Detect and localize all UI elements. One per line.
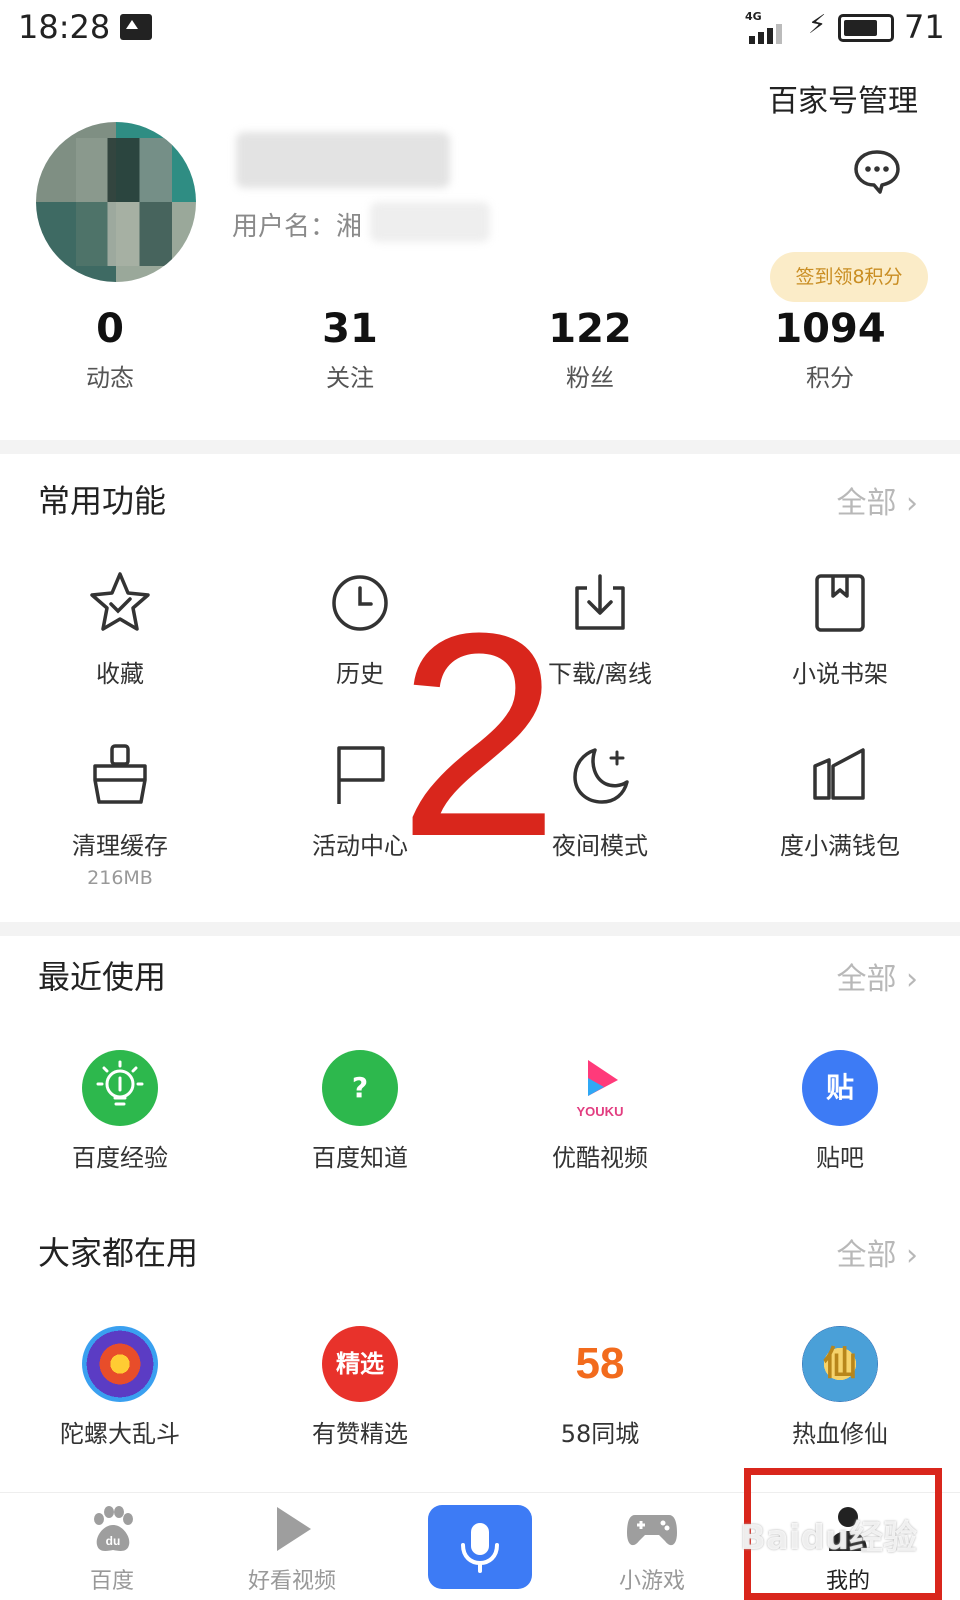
mic-icon (461, 1523, 499, 1573)
stat-label: 动态 (86, 364, 134, 392)
youku-logo-text: YOUKU (577, 1104, 624, 1119)
download-icon (575, 574, 625, 630)
broom-icon (93, 744, 147, 804)
profile-header: 百家号管理 用户名：湘 签到领8积分 0 动态 31 关注 122 粉丝 109… (0, 56, 960, 440)
youzan-logo-text: 精选 (336, 1350, 384, 1378)
stat-value: 31 (322, 306, 378, 352)
popular-item-xiuxian[interactable]: 仙 热血修仙 (720, 1326, 960, 1449)
tieba-icon: 贴 (802, 1050, 878, 1126)
popular-item-top-game[interactable]: 陀螺大乱斗 (0, 1326, 240, 1449)
grid-item-label: 58同城 (560, 1420, 640, 1448)
grid-item-favorites[interactable]: 收藏 (0, 568, 240, 689)
grid-item-label: 清理缓存 (72, 832, 168, 860)
58-logo-text: 58 (575, 1339, 625, 1388)
stat-label: 积分 (806, 364, 854, 392)
username-redacted (370, 202, 490, 242)
xiuxian-icon: 仙 (802, 1326, 878, 1402)
section-divider (0, 922, 960, 936)
recent-item-youku[interactable]: YOUKU 优酷视频 (480, 1050, 720, 1173)
stat-label: 关注 (326, 364, 374, 392)
watermark: Baidu经验 (740, 1518, 918, 1558)
grid-item-label: 热血修仙 (792, 1420, 888, 1448)
wallet-icon (813, 748, 865, 800)
tab-baidu[interactable]: du 百度 (16, 1493, 208, 1600)
section-divider (0, 440, 960, 454)
message-icon[interactable] (852, 148, 902, 194)
status-time: 18:28 (18, 8, 111, 46)
recent-item-tieba[interactable]: 贴 贴吧 (720, 1050, 960, 1173)
common-all-link[interactable]: 全部 › (836, 478, 918, 522)
image-notification-icon (120, 14, 152, 40)
username-label: 用户名：湘 (232, 212, 363, 242)
stats-row: 0 动态 31 关注 122 粉丝 1094 积分 (0, 306, 960, 416)
tab-label: 百度 (89, 1569, 134, 1594)
stat-fans[interactable]: 122 粉丝 (490, 306, 690, 393)
star-icon (90, 572, 150, 631)
tab-label: 好看视频 (247, 1569, 336, 1594)
cache-size: 216MB (87, 867, 153, 889)
signal-icon (745, 22, 787, 44)
status-bar: 18:28 4G ⚡ 71 (0, 0, 960, 56)
recent-item-baidu-zhidao[interactable]: ? 百度知道 (240, 1050, 480, 1173)
xiuxian-logo-text: 仙 (823, 1344, 857, 1384)
checkin-badge[interactable]: 签到领8积分 (770, 252, 928, 302)
bulb-icon (82, 1050, 158, 1126)
stat-posts[interactable]: 0 动态 (10, 306, 210, 393)
top-game-icon (82, 1326, 158, 1402)
question-icon: ? (322, 1050, 398, 1126)
grid-item-label: 陀螺大乱斗 (60, 1420, 180, 1448)
tab-haokan-video[interactable]: 好看视频 (196, 1493, 388, 1600)
charging-icon: ⚡ (808, 10, 827, 40)
tieba-logo-text: 贴 (825, 1071, 854, 1104)
battery-level: 71 (904, 8, 945, 46)
grid-item-label: 收藏 (96, 660, 144, 688)
book-icon (815, 574, 865, 632)
avatar[interactable] (36, 122, 196, 282)
recent-item-baidu-jingyan[interactable]: 百度经验 (0, 1050, 240, 1173)
stat-value: 1094 (774, 306, 886, 352)
flag-icon (337, 746, 385, 804)
clock-icon (332, 575, 388, 631)
grid-item-label: 有赞精选 (312, 1420, 408, 1448)
popular-all-link[interactable]: 全部 › (836, 1230, 918, 1274)
grid-item-label: 贴吧 (816, 1144, 864, 1172)
stat-points[interactable]: 1094 积分 (730, 306, 930, 393)
popular-title: 大家都在用 (38, 1234, 199, 1272)
grid-item-wallet[interactable]: 度小满钱包 (720, 740, 960, 861)
play-icon (277, 1507, 311, 1551)
battery-icon (838, 14, 894, 42)
grid-item-label: 百度知道 (312, 1144, 408, 1172)
tab-mini-games[interactable]: 小游戏 (556, 1493, 748, 1600)
popular-item-58[interactable]: 58 58同城 (480, 1326, 720, 1449)
stat-value: 122 (548, 306, 632, 352)
grid-item-clear-cache[interactable]: 清理缓存 216MB (0, 740, 240, 889)
popular-item-youzan[interactable]: 精选 有赞精选 (240, 1326, 480, 1449)
recent-title: 最近使用 (38, 958, 167, 996)
grid-item-label: 小说书架 (792, 660, 888, 688)
grid-item-label: 优酷视频 (552, 1144, 648, 1172)
stat-label: 粉丝 (566, 364, 614, 392)
common-functions-title: 常用功能 (38, 482, 167, 520)
step-number-annotation: 2 (398, 573, 560, 897)
grid-item-label: 度小满钱包 (780, 832, 900, 860)
grid-item-bookshelf[interactable]: 小说书架 (720, 568, 960, 689)
stat-following[interactable]: 31 关注 (250, 306, 450, 393)
recent-all-link[interactable]: 全部 › (836, 954, 918, 998)
gamepad-icon (627, 1515, 677, 1546)
youku-icon: YOUKU (562, 1050, 638, 1126)
youzan-icon: 精选 (322, 1326, 398, 1402)
svg-text:du: du (106, 1534, 121, 1548)
nickname-redacted (236, 132, 450, 188)
tab-label: 小游戏 (618, 1569, 685, 1594)
voice-search-button[interactable] (428, 1505, 532, 1589)
stat-value: 0 (96, 306, 124, 352)
grid-item-label: 百度经验 (72, 1144, 168, 1172)
paw-icon: du (94, 1506, 133, 1551)
moon-icon (573, 748, 629, 804)
58-icon: 58 (562, 1326, 638, 1402)
baijiahao-manage-link[interactable]: 百家号管理 (768, 76, 918, 120)
